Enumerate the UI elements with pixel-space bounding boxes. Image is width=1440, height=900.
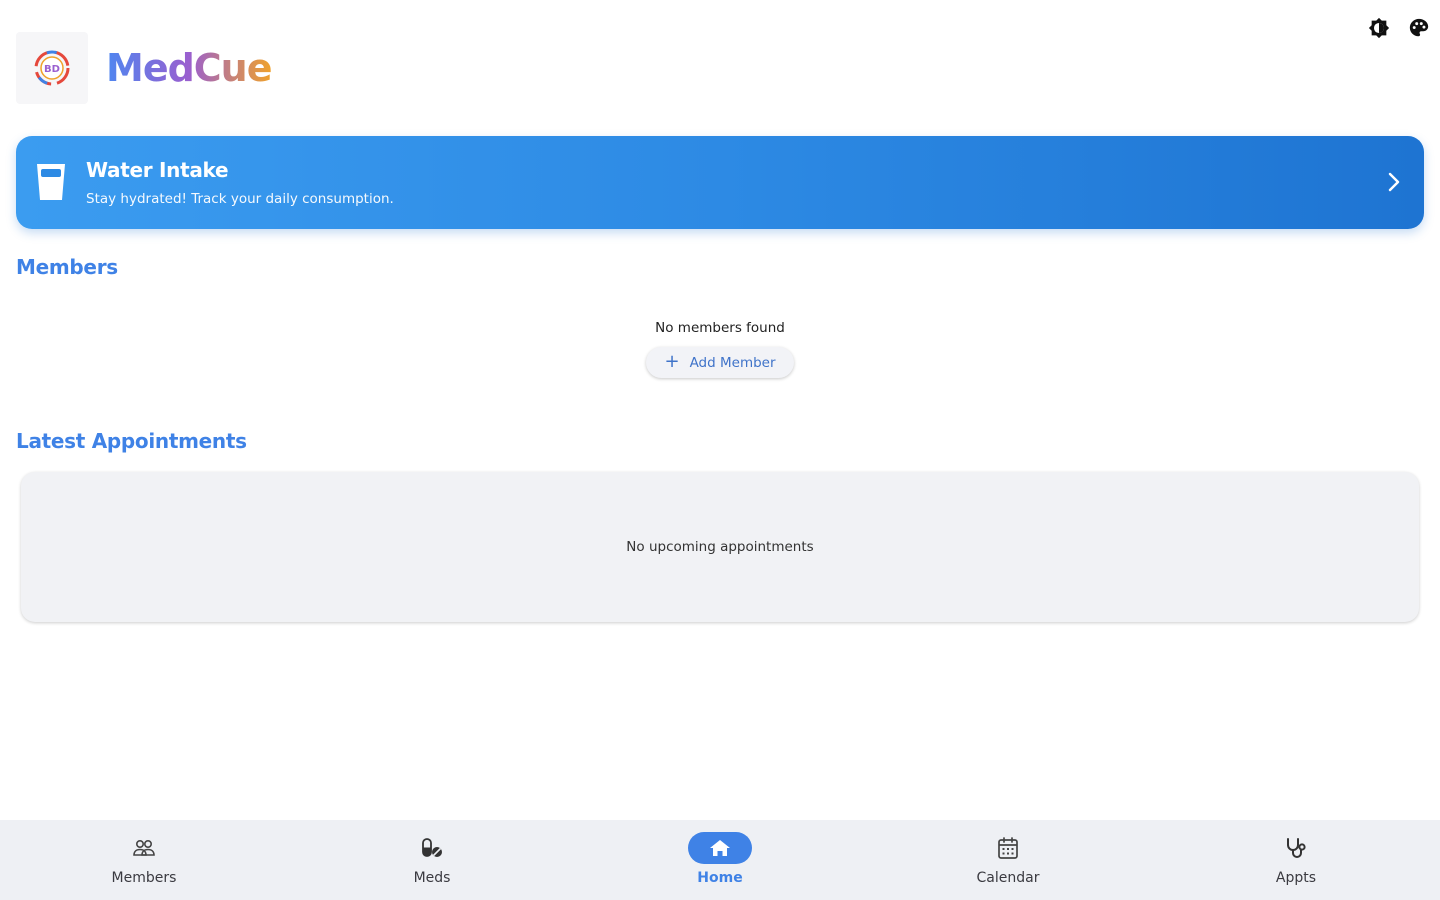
calendar-icon bbox=[976, 832, 1040, 864]
plus-icon: + bbox=[664, 350, 680, 372]
stethoscope-icon bbox=[1264, 832, 1328, 864]
nav-label-meds: Meds bbox=[413, 870, 451, 886]
logo-text: BD bbox=[44, 64, 60, 75]
brand-header: BD MedCue bbox=[16, 32, 273, 104]
palette-icon[interactable] bbox=[1408, 16, 1430, 40]
appointments-card: No upcoming appointments bbox=[21, 472, 1419, 622]
chevron-right-icon bbox=[1388, 172, 1400, 192]
nav-item-meds[interactable]: Meds bbox=[288, 820, 576, 900]
nav-label-appts: Appts bbox=[1275, 870, 1317, 886]
water-intake-card[interactable]: Water Intake Stay hydrated! Track your d… bbox=[16, 136, 1424, 229]
add-member-label: Add Member bbox=[689, 354, 776, 371]
bottom-nav: Members Meds Home Calendar Appts bbox=[0, 820, 1440, 900]
brightness-icon[interactable] bbox=[1368, 16, 1390, 40]
app-logo: BD bbox=[16, 32, 88, 104]
pill-icon bbox=[400, 832, 464, 864]
nav-item-home[interactable]: Home bbox=[576, 820, 864, 900]
home-icon bbox=[688, 832, 752, 864]
nav-label-calendar: Calendar bbox=[976, 870, 1040, 886]
members-empty-text: No members found bbox=[655, 320, 785, 336]
app-title: MedCue bbox=[106, 46, 273, 90]
water-glass-icon bbox=[37, 164, 65, 200]
water-intake-title: Water Intake bbox=[86, 158, 229, 182]
nav-item-calendar[interactable]: Calendar bbox=[864, 820, 1152, 900]
members-heading: Members bbox=[16, 255, 118, 279]
nav-item-appts[interactable]: Appts bbox=[1152, 820, 1440, 900]
people-icon bbox=[112, 832, 176, 864]
water-intake-subtitle: Stay hydrated! Track your daily consumpt… bbox=[86, 191, 394, 207]
nav-label-home: Home bbox=[697, 870, 743, 886]
water-intake-text: Water Intake Stay hydrated! Track your d… bbox=[86, 158, 394, 207]
nav-item-members[interactable]: Members bbox=[0, 820, 288, 900]
add-member-button[interactable]: + Add Member bbox=[646, 347, 794, 378]
appointments-heading: Latest Appointments bbox=[16, 429, 247, 453]
top-actions bbox=[1368, 16, 1430, 40]
appointments-empty-text: No upcoming appointments bbox=[626, 539, 814, 555]
nav-label-members: Members bbox=[111, 870, 177, 886]
app-root: BD MedCue Water Intake Stay hydrated! Tr… bbox=[0, 0, 1440, 900]
